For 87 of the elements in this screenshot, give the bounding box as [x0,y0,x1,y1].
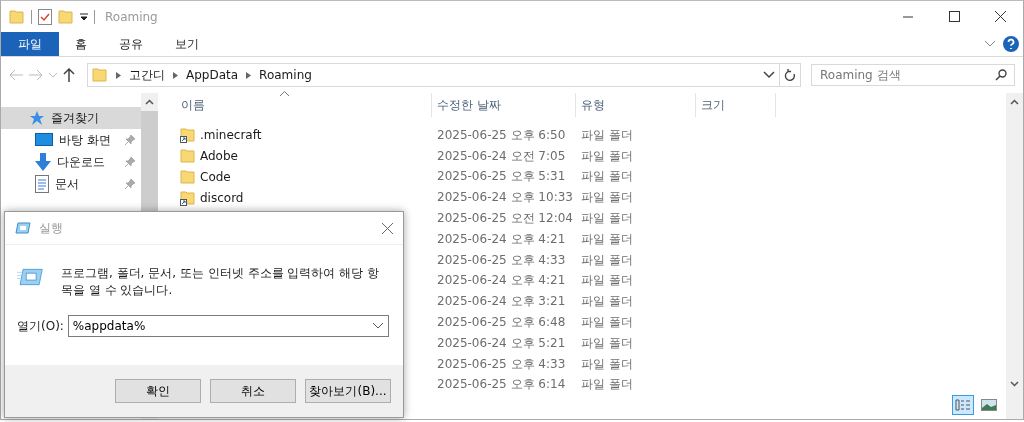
breadcrumb[interactable]: Roaming [259,68,312,82]
type-cell-text: 파일 폴더 [580,314,634,332]
maximize-icon[interactable] [948,11,960,22]
dialog-title: 실행 [39,219,63,237]
date-cell-text: 2025-06-25 오전 12:04 [436,210,574,228]
chevron-icon[interactable] [116,71,121,79]
dialog-button[interactable]: 찾아보기(B)... [305,379,391,403]
search-field[interactable]: Roaming 검색 [811,64,1015,86]
sidebar-item[interactable]: 즐겨찾기 [1,107,141,129]
chevron-icon[interactable] [246,71,252,79]
date-cell-text: 2025-06-25 오후 6:50 [436,126,567,144]
dropdown-icon[interactable] [373,323,383,329]
type-cell-text: 파일 폴더 [580,210,634,228]
download-arrow-icon [35,153,51,171]
history-dropdown-icon[interactable] [763,71,775,79]
breadcrumb[interactable]: AppData [186,68,239,82]
type-cell-text: 파일 폴더 [580,147,634,165]
refresh-icon[interactable] [784,68,796,82]
date-cell-text: 2025-06-24 오전 7:05 [436,147,567,165]
dialog-button[interactable]: 취소 [210,379,296,403]
date-cell-text: 2025-06-24 오후 4:21 [436,230,567,248]
type-cell-text: 파일 폴더 [580,230,634,248]
column-header[interactable]: 이름 [176,93,432,117]
date-cell-text: 2025-06-25 오후 6:14 [436,376,567,394]
open-label: 열기(O): [17,317,64,335]
close-icon[interactable] [994,11,1006,22]
folder-shortcut-icon [180,127,196,144]
column-header[interactable]: 유형 [576,93,696,117]
sidebar-item[interactable]: 다운로드 [1,151,141,173]
date-cell-text: 2025-06-25 오후 4:33 [436,355,567,373]
scroll-down-icon[interactable] [1010,381,1019,387]
type-cell-text: 파일 폴더 [580,334,634,352]
date-cell-text: 2025-06-24 오후 3:21 [436,293,567,311]
scroll-up-icon[interactable] [1010,99,1019,105]
ribbon-tab[interactable]: 홈 [59,32,103,56]
folder-icon [180,169,196,185]
dialog-button[interactable]: 확인 [115,379,201,403]
date-cell-text: 2025-06-24 오후 4:21 [436,272,567,290]
star-icon [29,110,45,126]
type-cell-text: 파일 폴더 [580,251,634,269]
run-icon [15,222,31,234]
chevron-icon[interactable] [173,71,178,79]
expand-ribbon-icon[interactable] [985,41,995,47]
ribbon-tab[interactable]: 파일 [1,32,59,56]
date-cell-text: 2025-06-24 오후 10:33 [436,189,574,207]
folder-icon [9,8,25,25]
close-icon[interactable] [382,222,393,234]
folder-icon [92,67,108,83]
type-cell-text: 파일 폴더 [580,272,634,290]
ribbon-tab[interactable]: 공유 [103,32,159,56]
type-cell-text: 파일 폴더 [580,293,634,311]
scroll-up-icon[interactable] [145,99,154,105]
column-header[interactable]: 수정한 날짜 [432,93,576,117]
column-header[interactable]: 크기 [696,93,776,117]
file-name[interactable]: Adobe [200,149,238,164]
file-name[interactable]: .minecraft [200,128,262,143]
window-title: Roaming [105,9,158,24]
type-cell-text: 파일 폴더 [580,376,634,394]
minimize-icon[interactable] [903,15,913,18]
dialog-message: 프로그램, 폴더, 문서, 또는 인터넷 주소를 입력하여 해당 항목을 열 수 있습니다. [61,265,380,299]
folder-icon [180,148,196,165]
type-cell-text: 파일 폴더 [580,189,634,207]
up-icon[interactable] [63,68,75,82]
desktop-icon [35,133,53,147]
address-bar[interactable]: 고간디 AppData Roaming [87,63,801,87]
type-cell-text: 파일 폴더 [580,355,634,373]
properties-icon[interactable] [38,8,52,25]
date-cell-text: 2025-06-25 오후 6:48 [436,314,567,332]
search-icon [995,69,1007,81]
help-icon[interactable] [1003,36,1019,52]
date-cell-text: 2025-06-25 오후 5:31 [436,168,567,186]
type-cell-text: 파일 폴더 [580,126,634,144]
new-folder-icon [58,8,74,25]
sort-indicator-icon [280,91,289,96]
type-cell-text: 파일 폴더 [580,168,634,186]
date-cell-text: 2025-06-24 오후 5:21 [436,334,567,352]
sidebar-item[interactable]: 바탕 화면 [1,129,141,151]
file-name[interactable]: discord [200,190,244,205]
open-field[interactable]: %appdata% [67,315,389,337]
document-icon [35,175,49,193]
breadcrumb[interactable]: 고간디 [129,66,165,84]
date-cell-text: 2025-06-25 오후 4:33 [436,251,567,269]
sidebar-item[interactable]: 문서 [1,173,141,195]
ribbon-tab[interactable]: 보기 [159,32,215,56]
folder-shortcut-icon [180,189,196,206]
file-name[interactable]: Code [200,170,231,184]
dropdown-icon[interactable] [80,12,88,21]
